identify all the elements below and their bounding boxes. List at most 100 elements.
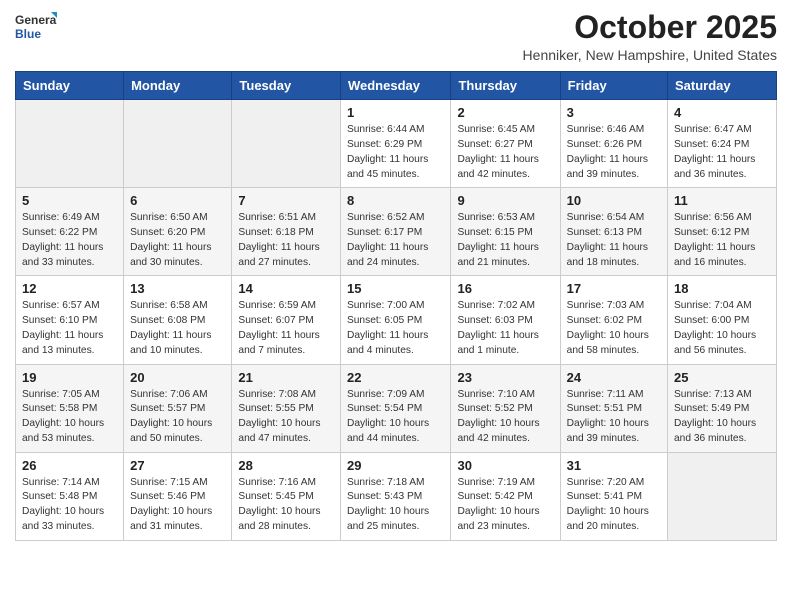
day-detail: Sunrise: 6:56 AM Sunset: 6:12 PM Dayligh… — [674, 211, 770, 270]
day-detail: Sunrise: 7:02 AM Sunset: 6:03 PM Dayligh… — [457, 299, 553, 358]
calendar-cell: 5 Sunrise: 6:49 AM Sunset: 6:22 PM Daylig… — [16, 188, 124, 276]
day-number: 16 — [457, 281, 553, 296]
header-friday: Friday — [560, 72, 667, 100]
day-number: 31 — [567, 458, 661, 473]
day-number: 10 — [567, 193, 661, 208]
day-detail: Sunrise: 7:09 AM Sunset: 5:54 PM Dayligh… — [347, 388, 445, 447]
calendar-cell: 20Sunrise: 7:06 AM Sunset: 5:57 PM Dayli… — [124, 364, 232, 452]
day-number: 15 — [347, 281, 445, 296]
day-number: 7 — [238, 193, 334, 208]
week-row-0: 1Sunrise: 6:44 AM Sunset: 6:29 PM Daylig… — [16, 100, 777, 188]
day-number: 22 — [347, 370, 445, 385]
calendar-cell: 23 Sunrise: 7:10 AM Sunset: 5:52 PM Dayli… — [451, 364, 560, 452]
day-detail: Sunrise: 7:04 AM Sunset: 6:00 PM Dayligh… — [674, 299, 770, 358]
day-number: 4 — [674, 105, 770, 120]
month-title: October 2025 — [523, 10, 777, 45]
calendar-cell: 13Sunrise: 6:58 AM Sunset: 6:08 PM Dayli… — [124, 276, 232, 364]
day-number: 25 — [674, 370, 770, 385]
day-number: 20 — [130, 370, 225, 385]
day-detail: Sunrise: 7:14 AM Sunset: 5:48 PM Dayligh… — [22, 476, 117, 535]
calendar-cell: 12 Sunrise: 6:57 AM Sunset: 6:10 PM Dayli… — [16, 276, 124, 364]
calendar-cell — [124, 100, 232, 188]
calendar-cell: 10 Sunrise: 6:54 AM Sunset: 6:13 PM Dayli… — [560, 188, 667, 276]
title-block: October 2025 Henniker, New Hampshire, Un… — [523, 10, 777, 63]
day-number: 12 — [22, 281, 117, 296]
day-detail: Sunrise: 6:57 AM Sunset: 6:10 PM Dayligh… — [22, 299, 117, 358]
calendar-cell: 15 Sunrise: 7:00 AM Sunset: 6:05 PM Dayli… — [340, 276, 451, 364]
calendar-cell — [16, 100, 124, 188]
day-number: 26 — [22, 458, 117, 473]
day-detail: Sunrise: 6:59 AM Sunset: 6:07 PM Dayligh… — [238, 299, 334, 358]
day-detail: Sunrise: 6:53 AM Sunset: 6:15 PM Dayligh… — [457, 211, 553, 270]
day-number: 17 — [567, 281, 661, 296]
day-detail: Sunrise: 6:49 AM Sunset: 6:22 PM Dayligh… — [22, 211, 117, 270]
day-number: 29 — [347, 458, 445, 473]
calendar-cell: 29Sunrise: 7:18 AM Sunset: 5:43 PM Dayli… — [340, 452, 451, 540]
day-detail: Sunrise: 7:05 AM Sunset: 5:58 PM Dayligh… — [22, 388, 117, 447]
calendar-cell: 4 Sunrise: 6:47 AM Sunset: 6:24 PM Daylig… — [668, 100, 777, 188]
calendar-cell: 3Sunrise: 6:46 AM Sunset: 6:26 PM Daylig… — [560, 100, 667, 188]
day-detail: Sunrise: 6:46 AM Sunset: 6:26 PM Dayligh… — [567, 123, 661, 182]
day-number: 18 — [674, 281, 770, 296]
day-number: 24 — [567, 370, 661, 385]
calendar-cell: 24 Sunrise: 7:11 AM Sunset: 5:51 PM Dayli… — [560, 364, 667, 452]
header-sunday: Sunday — [16, 72, 124, 100]
calendar-cell: 16 Sunrise: 7:02 AM Sunset: 6:03 PM Dayli… — [451, 276, 560, 364]
day-number: 23 — [457, 370, 553, 385]
calendar-cell: 17Sunrise: 7:03 AM Sunset: 6:02 PM Dayli… — [560, 276, 667, 364]
day-number: 5 — [22, 193, 117, 208]
day-detail: Sunrise: 6:47 AM Sunset: 6:24 PM Dayligh… — [674, 123, 770, 182]
day-number: 30 — [457, 458, 553, 473]
calendar-cell — [668, 452, 777, 540]
day-number: 2 — [457, 105, 553, 120]
day-detail: Sunrise: 7:20 AM Sunset: 5:41 PM Dayligh… — [567, 476, 661, 535]
week-row-3: 19 Sunrise: 7:05 AM Sunset: 5:58 PM Dayli… — [16, 364, 777, 452]
day-detail: Sunrise: 6:52 AM Sunset: 6:17 PM Dayligh… — [347, 211, 445, 270]
logo: General Blue — [15, 10, 57, 46]
header-wednesday: Wednesday — [340, 72, 451, 100]
day-detail: Sunrise: 7:11 AM Sunset: 5:51 PM Dayligh… — [567, 388, 661, 447]
day-detail: Sunrise: 7:15 AM Sunset: 5:46 PM Dayligh… — [130, 476, 225, 535]
header: General Blue October 2025 Henniker, New … — [15, 10, 777, 63]
day-detail: Sunrise: 7:00 AM Sunset: 6:05 PM Dayligh… — [347, 299, 445, 358]
calendar-cell: 6Sunrise: 6:50 AM Sunset: 6:20 PM Daylig… — [124, 188, 232, 276]
calendar-cell: 31 Sunrise: 7:20 AM Sunset: 5:41 PM Dayli… — [560, 452, 667, 540]
calendar-cell: 21 Sunrise: 7:08 AM Sunset: 5:55 PM Dayli… — [232, 364, 341, 452]
day-number: 19 — [22, 370, 117, 385]
calendar-cell: 22 Sunrise: 7:09 AM Sunset: 5:54 PM Dayli… — [340, 364, 451, 452]
calendar-cell: 18 Sunrise: 7:04 AM Sunset: 6:00 PM Dayli… — [668, 276, 777, 364]
calendar-cell — [232, 100, 341, 188]
day-detail: Sunrise: 6:44 AM Sunset: 6:29 PM Dayligh… — [347, 123, 445, 182]
header-monday: Monday — [124, 72, 232, 100]
day-number: 27 — [130, 458, 225, 473]
day-number: 13 — [130, 281, 225, 296]
logo-svg: General Blue — [15, 10, 57, 46]
day-detail: Sunrise: 6:51 AM Sunset: 6:18 PM Dayligh… — [238, 211, 334, 270]
svg-text:Blue: Blue — [15, 27, 41, 41]
week-row-2: 12 Sunrise: 6:57 AM Sunset: 6:10 PM Dayli… — [16, 276, 777, 364]
day-detail: Sunrise: 7:19 AM Sunset: 5:42 PM Dayligh… — [457, 476, 553, 535]
day-detail: Sunrise: 7:08 AM Sunset: 5:55 PM Dayligh… — [238, 388, 334, 447]
day-detail: Sunrise: 7:10 AM Sunset: 5:52 PM Dayligh… — [457, 388, 553, 447]
day-number: 6 — [130, 193, 225, 208]
location: Henniker, New Hampshire, United States — [523, 47, 777, 63]
calendar-page: General Blue October 2025 Henniker, New … — [0, 0, 792, 551]
header-thursday: Thursday — [451, 72, 560, 100]
calendar-cell: 30 Sunrise: 7:19 AM Sunset: 5:42 PM Dayli… — [451, 452, 560, 540]
svg-text:General: General — [15, 13, 57, 27]
day-detail: Sunrise: 6:54 AM Sunset: 6:13 PM Dayligh… — [567, 211, 661, 270]
weekday-header-row: Sunday Monday Tuesday Wednesday Thursday… — [16, 72, 777, 100]
calendar-cell: 19 Sunrise: 7:05 AM Sunset: 5:58 PM Dayli… — [16, 364, 124, 452]
calendar-cell: 9Sunrise: 6:53 AM Sunset: 6:15 PM Daylig… — [451, 188, 560, 276]
calendar-cell: 7 Sunrise: 6:51 AM Sunset: 6:18 PM Daylig… — [232, 188, 341, 276]
day-number: 11 — [674, 193, 770, 208]
calendar-cell: 8 Sunrise: 6:52 AM Sunset: 6:17 PM Daylig… — [340, 188, 451, 276]
calendar-cell: 11 Sunrise: 6:56 AM Sunset: 6:12 PM Dayli… — [668, 188, 777, 276]
calendar-cell: 14Sunrise: 6:59 AM Sunset: 6:07 PM Dayli… — [232, 276, 341, 364]
day-number: 8 — [347, 193, 445, 208]
calendar-cell: 2Sunrise: 6:45 AM Sunset: 6:27 PM Daylig… — [451, 100, 560, 188]
day-detail: Sunrise: 7:13 AM Sunset: 5:49 PM Dayligh… — [674, 388, 770, 447]
day-number: 21 — [238, 370, 334, 385]
calendar-cell: 25 Sunrise: 7:13 AM Sunset: 5:49 PM Dayli… — [668, 364, 777, 452]
day-detail: Sunrise: 7:16 AM Sunset: 5:45 PM Dayligh… — [238, 476, 334, 535]
